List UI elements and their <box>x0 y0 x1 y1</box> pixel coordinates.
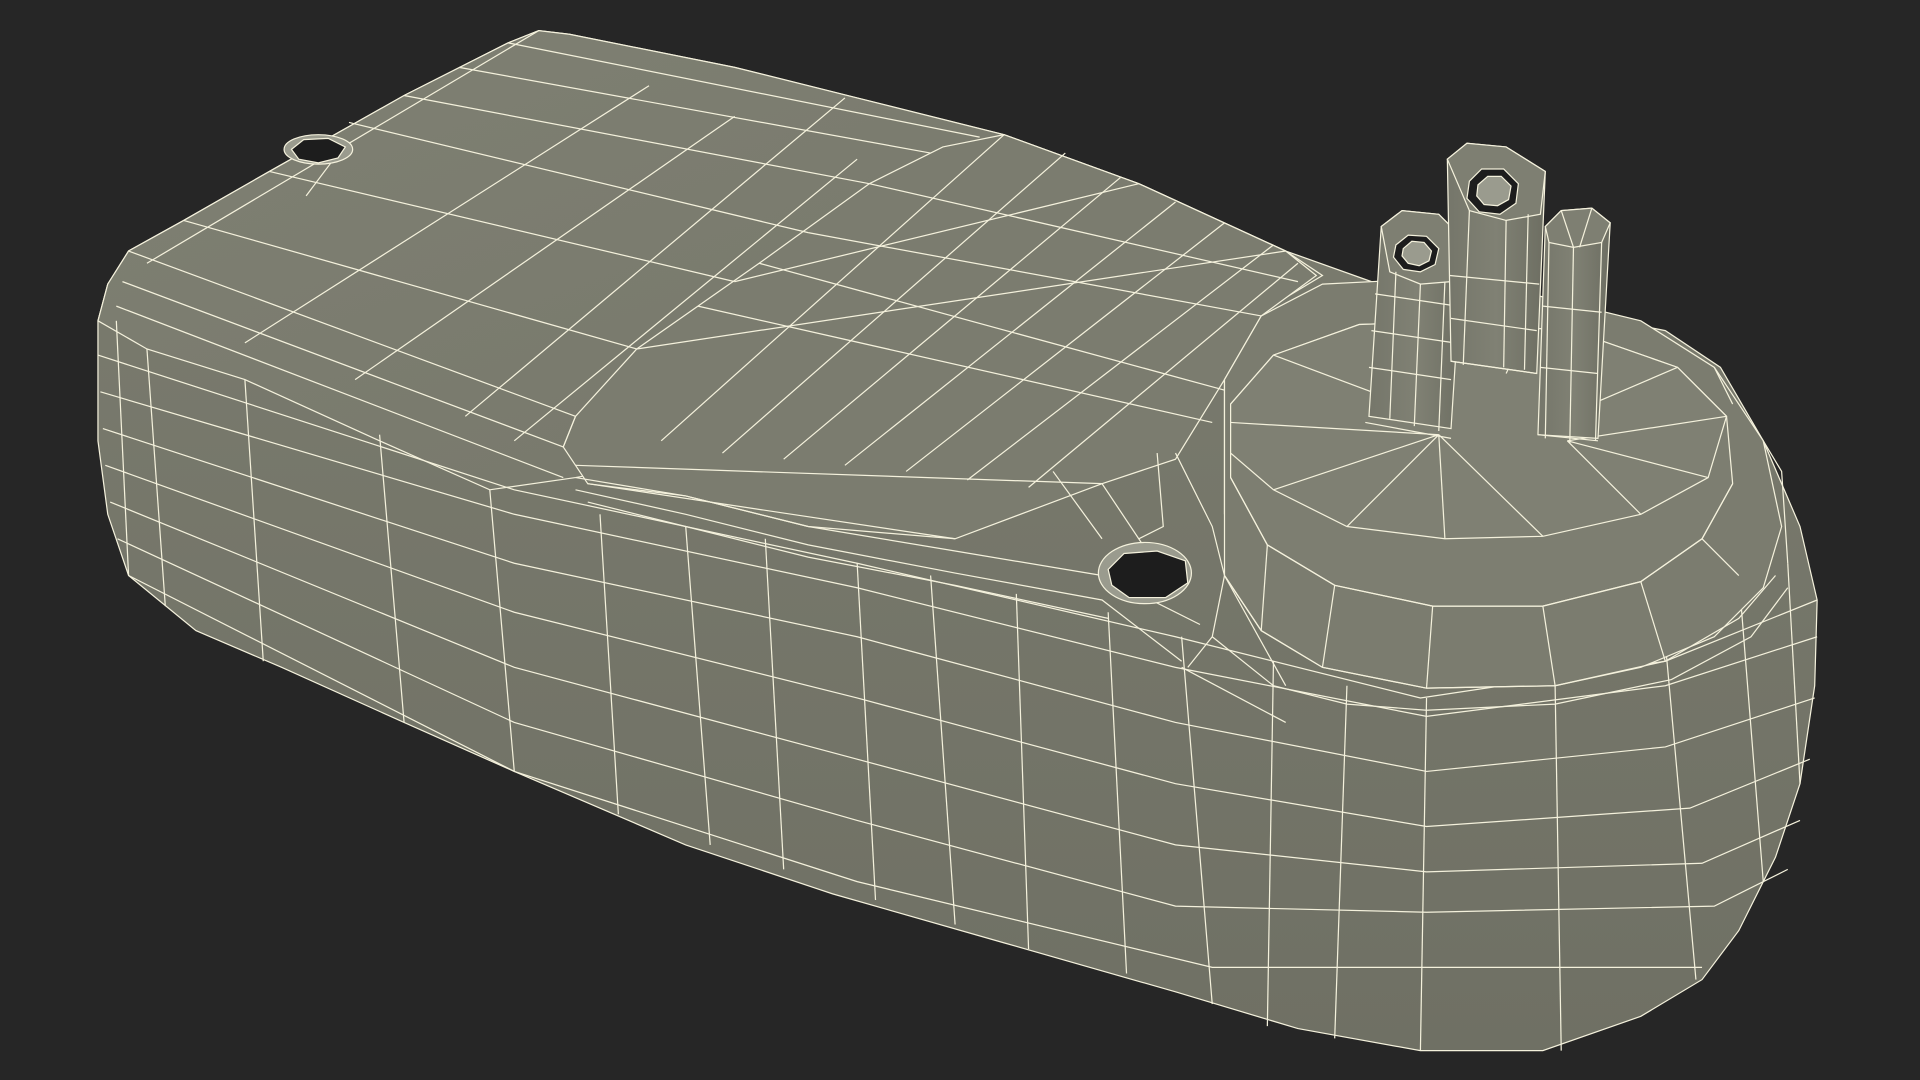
mounting-hole-center <box>1097 541 1193 605</box>
mounting-hole-left <box>283 134 354 165</box>
prong-center-opening <box>1466 168 1520 215</box>
prong-ground <box>1537 207 1611 444</box>
wireframe-render <box>97 29 1818 1052</box>
viewport <box>0 0 1920 1080</box>
